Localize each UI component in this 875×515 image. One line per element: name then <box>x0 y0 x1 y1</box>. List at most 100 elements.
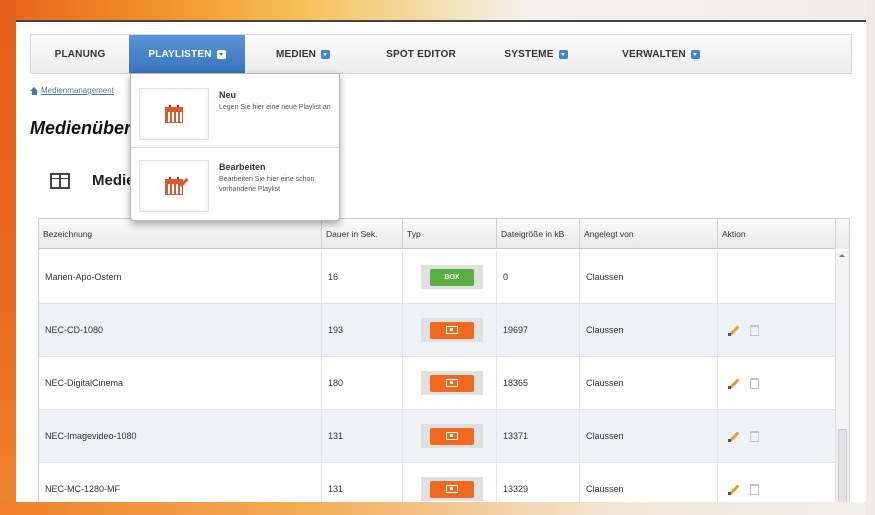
type-badge-video <box>421 424 483 448</box>
type-badge-video <box>421 318 483 342</box>
type-badge-video <box>421 371 483 395</box>
video-badge <box>430 480 474 498</box>
cell-name: NEC-MC-1280-MF <box>39 463 322 502</box>
table-row[interactable]: NEC-DigitalCinema 180 18365 Claussen <box>39 357 837 410</box>
cell-duration: 193 <box>322 304 403 356</box>
layout-icon <box>50 172 70 189</box>
main-navigation: PLANUNG PLAYLISTEN MEDIEN SPOT EDITOR SY… <box>30 34 852 74</box>
box-icon: BOX <box>430 268 474 286</box>
cell-type <box>403 410 497 462</box>
video-icon <box>446 432 458 440</box>
table-scrollbar[interactable] <box>835 251 849 502</box>
edit-icon[interactable] <box>728 430 740 442</box>
header-scroll-corner <box>835 219 849 249</box>
cell-author: Claussen <box>580 463 718 502</box>
nav-item-planung[interactable]: PLANUNG <box>31 35 129 73</box>
cell-duration: 16 <box>322 251 403 303</box>
cell-author: Claussen <box>580 251 718 303</box>
type-badge-box: BOX <box>421 265 483 289</box>
menu-item-thumbnail <box>139 88 209 140</box>
menu-item-bearbeiten[interactable]: Bearbeiten Bearbeiten Sie hier eine scho… <box>139 154 333 212</box>
breadcrumb-link[interactable]: Medienmanagement <box>41 86 114 95</box>
video-badge <box>430 321 474 339</box>
menu-item-title: Bearbeiten <box>219 162 266 172</box>
trash-icon[interactable] <box>750 483 759 495</box>
cell-type <box>403 357 497 409</box>
nav-item-medien[interactable]: MEDIEN <box>245 35 361 73</box>
edit-icon[interactable] <box>728 483 740 495</box>
column-header-bezeichnung[interactable]: Bezeichnung <box>39 219 322 248</box>
decorative-frame-top <box>0 0 875 22</box>
cell-duration: 131 <box>322 463 403 502</box>
table-body: Marien-Apo-Ostern 16 BOX 0 Claussen NEC-… <box>39 251 837 502</box>
main-panel: PLANUNG PLAYLISTEN MEDIEN SPOT EDITOR SY… <box>16 20 866 502</box>
nav-item-playlisten[interactable]: PLAYLISTEN <box>129 35 245 73</box>
nav-item-spot-editor[interactable]: SPOT EDITOR <box>361 35 481 73</box>
table-row[interactable]: NEC-Imagevideo-1080 131 13371 Claussen <box>39 410 837 463</box>
trash-icon[interactable] <box>750 430 759 442</box>
nav-item-label: PLANUNG <box>54 48 106 60</box>
nav-item-verwalten[interactable]: VERWALTEN <box>591 35 731 73</box>
menu-item-neu[interactable]: Neu Legen Sie hier eine neue Playlist an <box>139 82 333 140</box>
scroll-up-arrow-icon[interactable] <box>839 254 845 257</box>
nav-item-label: SYSTEME <box>504 48 554 60</box>
nav-item-systeme[interactable]: SYSTEME <box>481 35 591 73</box>
nav-item-label: PLAYLISTEN <box>148 48 212 60</box>
cell-name: NEC-CD-1080 <box>39 304 322 356</box>
column-header-dateigroesse[interactable]: Dateigröße in kB <box>497 219 580 248</box>
cell-duration: 131 <box>322 410 403 462</box>
decorative-frame-left <box>0 0 16 515</box>
table-row[interactable]: NEC-MC-1280-MF 131 13329 Claussen <box>39 463 837 502</box>
calendar-edit-icon <box>165 177 189 195</box>
decorative-frame-right <box>865 0 875 515</box>
breadcrumb[interactable]: Medienmanagement <box>30 86 114 95</box>
cell-name: NEC-DigitalCinema <box>39 357 322 409</box>
video-icon <box>446 379 458 387</box>
cell-author: Claussen <box>580 410 718 462</box>
cell-actions <box>718 251 837 303</box>
chevron-down-icon <box>558 49 568 59</box>
menu-item-thumbnail <box>139 160 209 212</box>
menu-item-description: Bearbeiten Sie hier eine schon vorhanden… <box>219 176 315 193</box>
table-header: Bezeichnung Dauer in Sek. Typ Dateigröße… <box>39 219 837 249</box>
cell-name: Marien-Apo-Ostern <box>39 251 322 303</box>
cell-actions <box>718 304 837 356</box>
column-header-angelegt-von[interactable]: Angelegt von <box>580 219 718 248</box>
nav-item-label: VERWALTEN <box>622 48 686 60</box>
cell-actions <box>718 357 837 409</box>
cell-size: 13329 <box>497 463 580 502</box>
edit-icon[interactable] <box>728 377 740 389</box>
playlisten-dropdown-menu: Neu Legen Sie hier eine neue Playlist an… <box>130 73 340 221</box>
type-badge-video <box>421 477 483 501</box>
cell-actions <box>718 410 837 462</box>
cell-duration: 180 <box>322 357 403 409</box>
cell-name: NEC-Imagevideo-1080 <box>39 410 322 462</box>
cell-size: 18365 <box>497 357 580 409</box>
home-icon <box>30 86 38 95</box>
menu-divider <box>131 147 339 148</box>
trash-icon[interactable] <box>750 377 759 389</box>
table-row[interactable]: NEC-CD-1080 193 19697 Claussen <box>39 304 837 357</box>
chevron-down-icon <box>690 49 700 59</box>
column-header-typ[interactable]: Typ <box>403 219 497 248</box>
cell-author: Claussen <box>580 304 718 356</box>
cell-actions <box>718 463 837 502</box>
menu-item-description: Legen Sie hier eine neue Playlist an <box>219 104 331 111</box>
edit-icon[interactable] <box>728 324 740 336</box>
cell-type <box>403 463 497 502</box>
trash-icon[interactable] <box>750 324 759 336</box>
column-header-aktion: Aktion <box>722 228 746 239</box>
cell-size: 0 <box>497 251 580 303</box>
chevron-down-icon <box>321 49 331 59</box>
cell-size: 13371 <box>497 410 580 462</box>
calendar-icon <box>165 105 183 123</box>
scrollbar-thumb[interactable] <box>838 429 847 502</box>
cell-type <box>403 304 497 356</box>
video-icon <box>446 326 458 334</box>
video-badge <box>430 374 474 392</box>
table-row[interactable]: Marien-Apo-Ostern 16 BOX 0 Claussen <box>39 251 837 304</box>
video-badge <box>430 427 474 445</box>
column-header-dauer[interactable]: Dauer in Sek. <box>322 219 403 248</box>
media-table: Bezeichnung Dauer in Sek. Typ Dateigröße… <box>38 218 850 502</box>
nav-item-label: MEDIEN <box>275 48 317 60</box>
